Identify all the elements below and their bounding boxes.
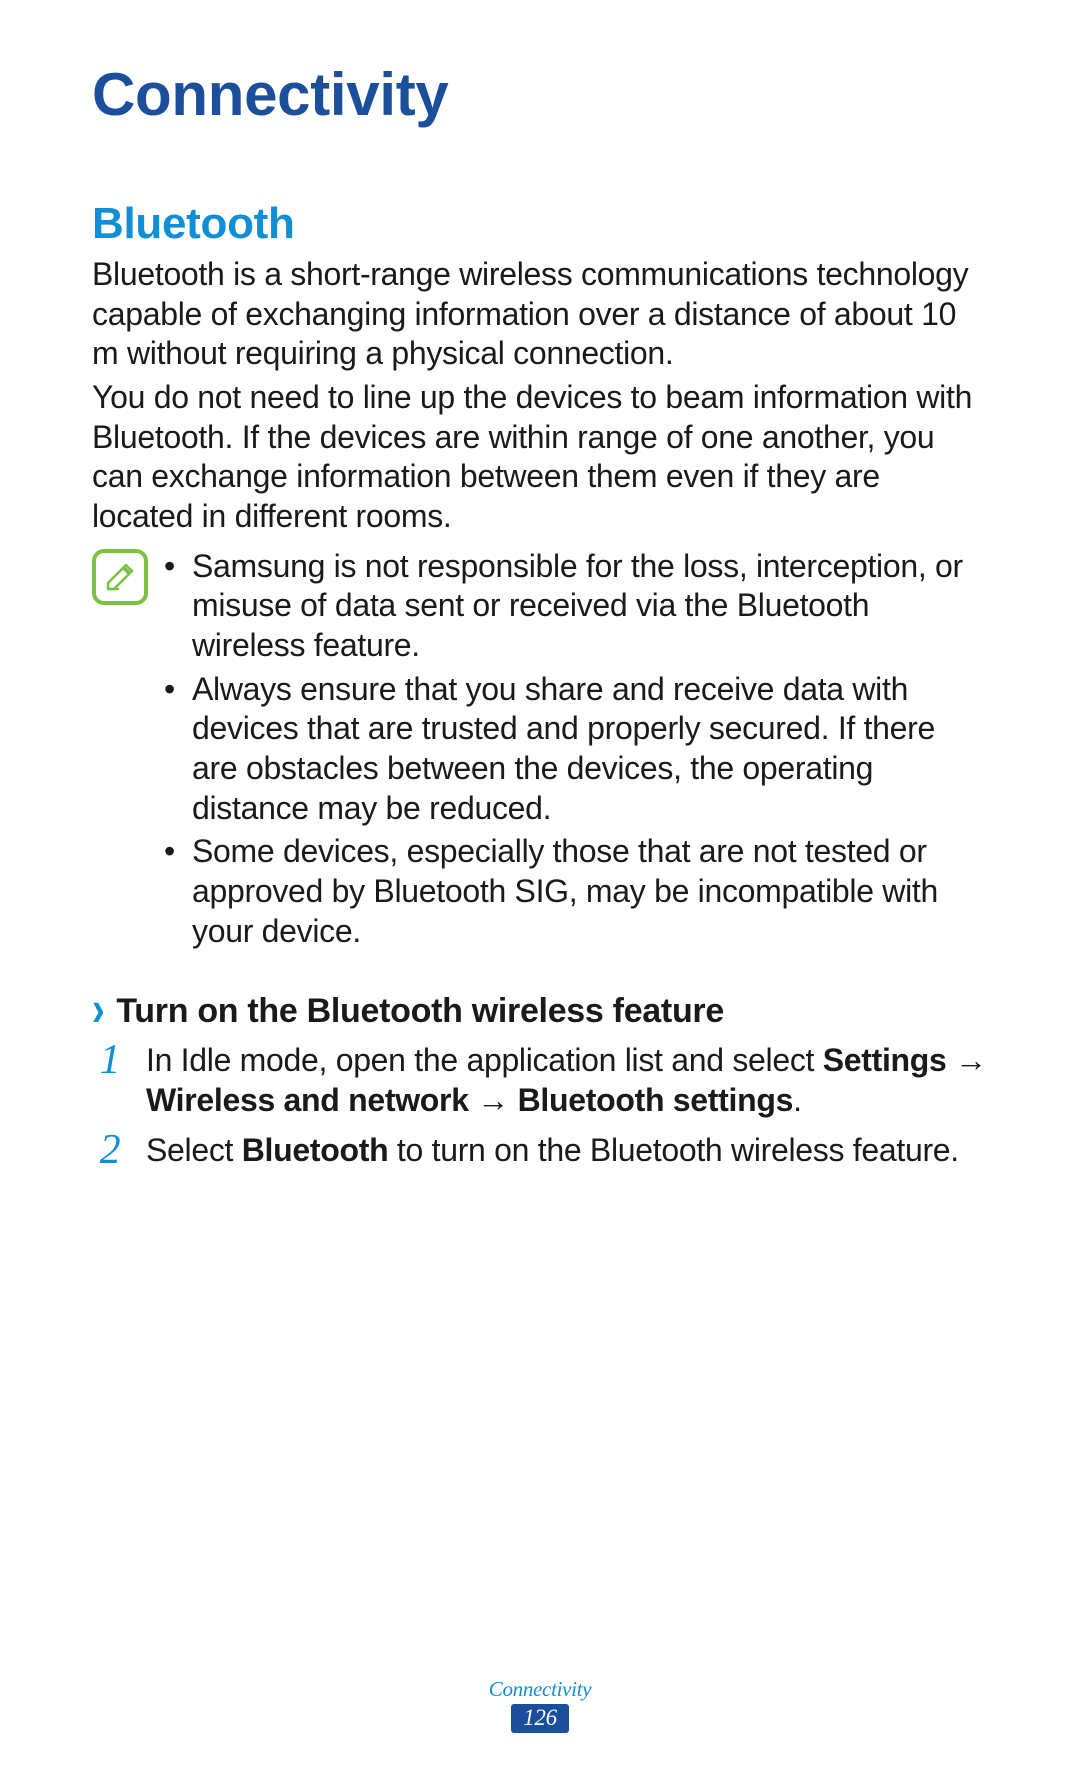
step-1-arrow-2: →	[469, 1082, 518, 1118]
note-item-3: Some devices, especially those that are …	[162, 832, 988, 951]
step-1-bold-wireless: Wireless and network	[146, 1082, 469, 1118]
note-icon	[92, 549, 148, 605]
body-paragraph-2: You do not need to line up the devices t…	[92, 378, 988, 537]
page-footer: Connectivity 126	[0, 1677, 1080, 1733]
step-1: 1 In Idle mode, open the application lis…	[92, 1041, 988, 1120]
subsection-turn-on-bluetooth: › Turn on the Bluetooth wireless feature…	[92, 991, 988, 1170]
page: Connectivity Bluetooth Bluetooth is a sh…	[0, 0, 1080, 1771]
note-item-2: Always ensure that you share and receive…	[162, 670, 988, 829]
body-paragraph-1: Bluetooth is a short-range wireless comm…	[92, 255, 988, 374]
chevron-right-icon: ›	[92, 986, 104, 1035]
step-1-arrow-1: →	[947, 1042, 987, 1078]
note-block: Samsung is not responsible for the loss,…	[92, 547, 988, 956]
step-1-text-a: In Idle mode, open the application list …	[146, 1042, 823, 1078]
step-2-text-c: to turn on the Bluetooth wireless featur…	[388, 1132, 959, 1168]
pencil-note-icon	[102, 559, 138, 595]
note-item-1: Samsung is not responsible for the loss,…	[162, 547, 988, 666]
step-2: 2 Select Bluetooth to turn on the Blueto…	[92, 1131, 988, 1171]
footer-section-label: Connectivity	[0, 1677, 1080, 1702]
subsection-heading-row: › Turn on the Bluetooth wireless feature	[92, 991, 988, 1031]
step-1-period: .	[793, 1082, 802, 1118]
step-1-body: In Idle mode, open the application list …	[146, 1041, 988, 1120]
step-2-bold-bluetooth: Bluetooth	[242, 1132, 389, 1168]
step-2-body: Select Bluetooth to turn on the Bluetoot…	[146, 1131, 988, 1171]
note-list: Samsung is not responsible for the loss,…	[162, 547, 988, 956]
step-number-1: 1	[92, 1041, 128, 1081]
subsection-heading: Turn on the Bluetooth wireless feature	[116, 992, 724, 1031]
step-1-bold-bt-settings: Bluetooth settings	[518, 1082, 793, 1118]
step-2-text-a: Select	[146, 1132, 242, 1168]
page-number-badge: 126	[511, 1704, 569, 1733]
step-1-bold-settings: Settings	[823, 1042, 947, 1078]
section-heading-bluetooth: Bluetooth	[92, 199, 988, 249]
step-number-2: 2	[92, 1131, 128, 1171]
page-title: Connectivity	[92, 60, 988, 129]
